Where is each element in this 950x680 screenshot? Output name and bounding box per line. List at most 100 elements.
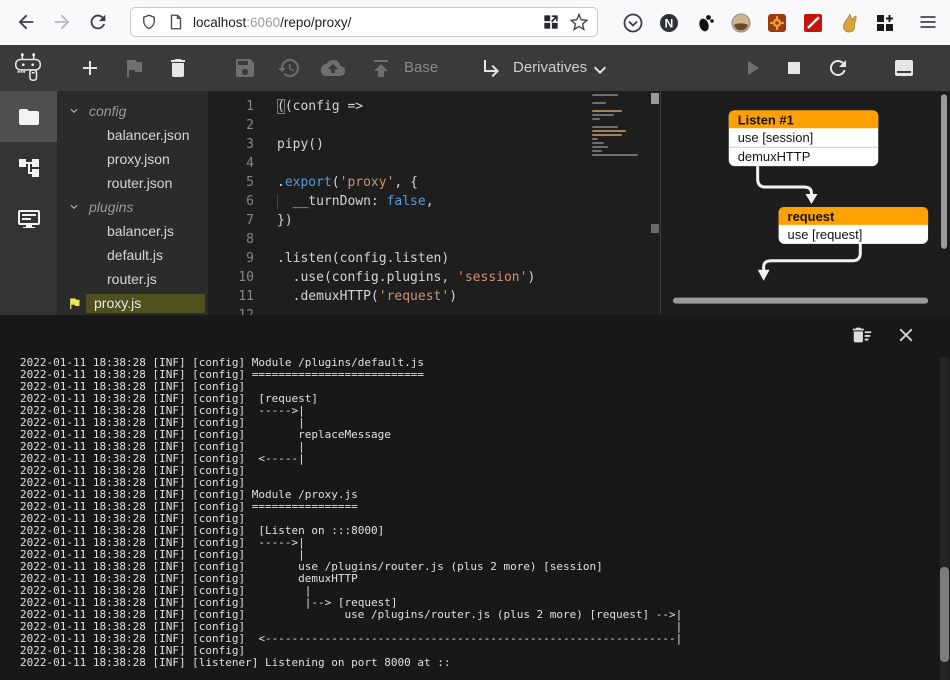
line-number: 1 — [208, 97, 254, 116]
rail-item-files[interactable] — [0, 91, 57, 142]
diagram-vscrollbar[interactable] — [941, 94, 947, 248]
code-line-12[interactable]: 12 — [208, 306, 660, 315]
code-line-8[interactable]: 8 — [208, 230, 660, 249]
svg-text:N: N — [665, 17, 674, 31]
n-badge-icon[interactable]: N — [658, 12, 680, 34]
tree-file-proxy.js-selected[interactable]: proxy.js — [57, 291, 208, 315]
tree-icon — [17, 156, 41, 180]
wand-badge-icon[interactable] — [802, 12, 824, 34]
code-line-7[interactable]: 7}) — [208, 211, 660, 230]
tree-file-default.js[interactable]: default.js — [57, 243, 208, 267]
rail-item-pipelines[interactable] — [0, 142, 57, 193]
tree-file-router.json[interactable]: router.json — [57, 171, 208, 195]
line-number: 11 — [208, 287, 254, 306]
graph-node-listen: Listen #1 use [session] demuxHTTP — [729, 110, 878, 166]
extension-icons: N — [622, 11, 896, 35]
bookmark-star-icon[interactable] — [569, 12, 589, 32]
restart-button[interactable] — [826, 56, 850, 80]
tree-group-label: config — [89, 103, 126, 119]
code-line-5[interactable]: 5.export('proxy', { — [208, 173, 660, 192]
page-action-icon[interactable] — [541, 12, 561, 32]
foot-icon[interactable] — [694, 12, 716, 34]
editor-scrollbar-thumb[interactable] — [651, 93, 659, 104]
node-row: use [session] — [738, 130, 814, 145]
node-title: request — [788, 209, 835, 224]
code-text: __turnDown: false, — [254, 192, 434, 211]
minimap[interactable] — [592, 94, 648, 142]
code-text: .export('proxy', { — [254, 173, 418, 192]
upload-button[interactable] — [321, 56, 345, 80]
round-badge-icon[interactable] — [730, 12, 752, 34]
console-toggle-button[interactable] — [892, 56, 916, 80]
code-line-6[interactable]: 6 __turnDown: false, — [208, 192, 660, 211]
code-text — [254, 116, 277, 135]
menu-icon[interactable] — [918, 12, 938, 32]
flame-icon[interactable] — [838, 12, 860, 34]
line-number: 7 — [208, 211, 254, 230]
graph-arrow-2 — [758, 244, 861, 281]
pipy-admin-window: localhost:6060/repo/proxy/ N — [0, 0, 950, 680]
tree-file-proxy.json[interactable]: proxy.json — [57, 147, 208, 171]
graph-node-request: request use [request] — [779, 207, 928, 244]
line-number: 9 — [208, 249, 254, 268]
pipeline-graph-panel: Listen #1 use [session] demuxHTTP reques… — [660, 91, 950, 315]
derivatives-label[interactable]: Derivatives — [513, 59, 587, 77]
code-text: .demuxHTTP('request') — [254, 287, 457, 306]
code-text: pipy() — [254, 135, 324, 154]
pocket-icon[interactable] — [622, 12, 644, 34]
line-number: 4 — [208, 154, 254, 173]
code-line-10[interactable]: 10 .use(config.plugins, 'session') — [208, 268, 660, 287]
url-text[interactable]: localhost:6060/repo/proxy/ — [193, 15, 541, 30]
add-file-button[interactable] — [78, 56, 102, 80]
url-bar[interactable]: localhost:6060/repo/proxy/ — [130, 7, 598, 37]
line-number: 3 — [208, 135, 254, 154]
line-number: 8 — [208, 230, 254, 249]
grid-plus-icon[interactable] — [874, 12, 896, 34]
play-button[interactable] — [740, 56, 764, 80]
dvr-icon — [17, 207, 41, 231]
tree-file-balancer.js[interactable]: balancer.js — [57, 219, 208, 243]
tree-group-plugins[interactable]: plugins — [57, 195, 208, 219]
console-scrollbar-thumb[interactable] — [940, 567, 949, 662]
code-line-9[interactable]: 9.listen(config.listen) — [208, 249, 660, 268]
editor-scroll-marker — [651, 224, 659, 233]
node-title: Listen #1 — [738, 112, 794, 127]
console-scrollbar[interactable] — [940, 357, 949, 680]
activity-rail — [0, 91, 57, 315]
reload-button[interactable] — [84, 9, 112, 37]
delete-button[interactable] — [166, 56, 190, 80]
derivatives-dropdown[interactable] — [480, 56, 504, 80]
clear-log-button[interactable] — [850, 324, 874, 348]
shield-icon[interactable] — [140, 13, 158, 31]
rail-item-console[interactable] — [0, 193, 57, 244]
folder-icon — [17, 105, 41, 129]
editor-scrollbar[interactable] — [650, 91, 660, 315]
diagram-hscrollbar[interactable] — [673, 298, 928, 304]
stop-button[interactable] — [782, 56, 806, 80]
line-number: 10 — [208, 268, 254, 287]
line-number: 2 — [208, 116, 254, 135]
graph-arrow-1 — [758, 166, 818, 204]
code-line-11[interactable]: 11 .demuxHTTP('request') — [208, 287, 660, 306]
back-button[interactable] — [12, 9, 40, 37]
code-editor[interactable]: 1((config =>23pipy()45.export('proxy', {… — [208, 91, 660, 315]
line-number: 12 — [208, 306, 254, 315]
tree-file-balancer.json[interactable]: balancer.json — [57, 123, 208, 147]
node-row: use [request] — [788, 227, 863, 242]
tree-group-config[interactable]: config — [57, 99, 208, 123]
base-button[interactable] — [369, 56, 393, 80]
revert-button[interactable] — [277, 56, 301, 80]
gear-badge-icon[interactable] — [766, 12, 788, 34]
save-button[interactable] — [233, 56, 257, 80]
code-text — [254, 230, 277, 249]
chevron-down-icon — [68, 105, 80, 117]
forward-button[interactable] — [48, 9, 76, 37]
chevron-down-icon[interactable] — [588, 58, 612, 82]
flag-button[interactable] — [122, 56, 146, 80]
log-console: 2022-01-11 18:38:28 [INF] [config] Modul… — [0, 315, 950, 680]
code-text — [254, 154, 277, 173]
code-text: .use(config.plugins, 'session') — [254, 268, 535, 287]
tree-file-router.js[interactable]: router.js — [57, 267, 208, 291]
code-text: ((config => — [254, 97, 363, 116]
close-console-button[interactable] — [894, 324, 918, 348]
